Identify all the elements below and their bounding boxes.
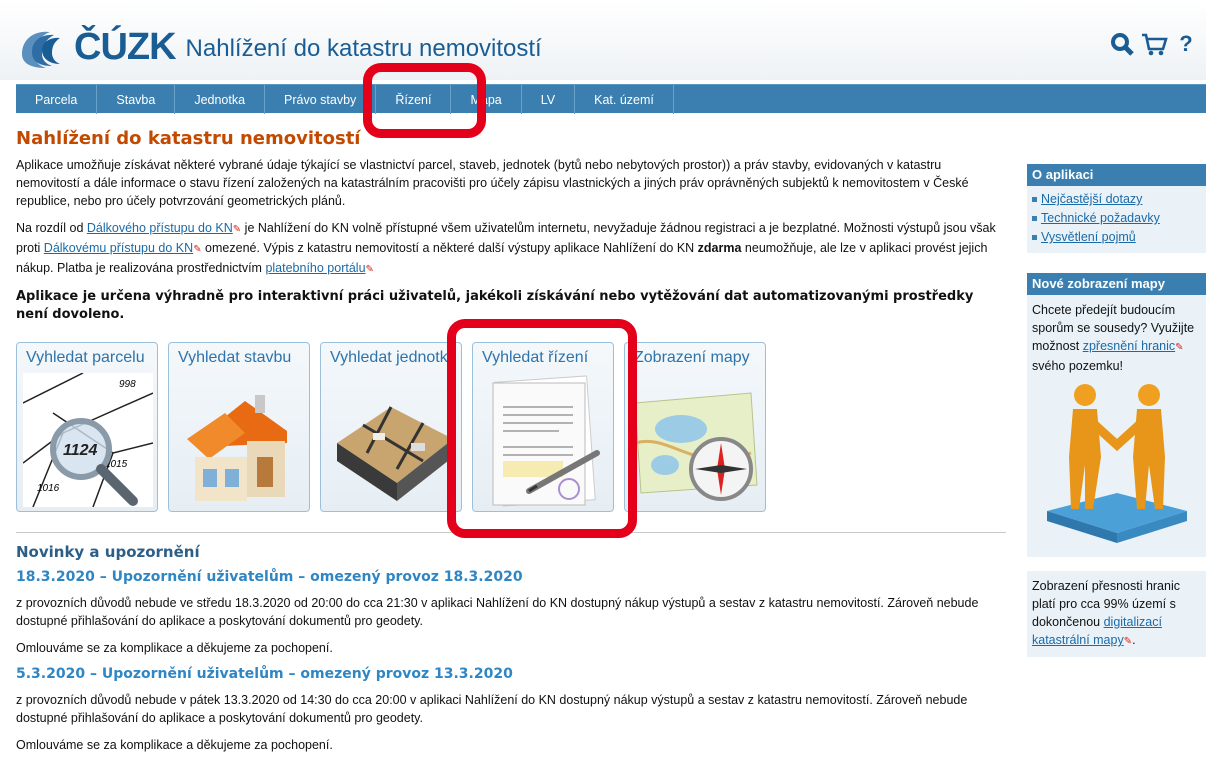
external-link-icon: ✎ <box>232 224 242 235</box>
tile-label: Vyhledat parcelu <box>26 349 145 366</box>
about-title: O aplikaci <box>1027 164 1206 186</box>
remote-access-link-2[interactable]: Dálkovému přístupu do KN <box>44 241 193 255</box>
about-links: Nejčastější dotazy Technické požadavky V… <box>1027 186 1206 253</box>
site-title: Nahlížení do katastru nemovitostí <box>185 35 542 62</box>
news-apology: Omlouváme se za komplikace a děkujeme za… <box>16 738 333 752</box>
search-tiles: Vyhledat parcelu 998 1015 1016 1124 Vyhl… <box>16 342 1006 512</box>
external-link-icon: ✎ <box>1175 342 1184 353</box>
news-body: z provozních důvodů nebude v pátek 13.3.… <box>16 693 968 725</box>
apartment-floorplan-icon <box>337 406 453 501</box>
tile-label: Vyhledat jednotku <box>330 349 457 366</box>
tab-kat-uzemi[interactable]: Kat. území <box>575 85 674 114</box>
usage-notice: Aplikace je určena výhradně pro interakt… <box>16 289 974 322</box>
payment-portal-link[interactable]: platebního portálu <box>265 261 365 275</box>
news-heading: 18.3.2020 – Upozornění uživatelům – omez… <box>16 569 523 585</box>
tile-map-view[interactable]: Zobrazení mapy <box>624 342 766 512</box>
list-item: Vysvětlení pojmů <box>1031 228 1202 247</box>
tab-mapa[interactable]: Mapa <box>451 85 522 114</box>
external-link-icon: ✎ <box>365 264 374 275</box>
tile-search-unit[interactable]: Vyhledat jednotku <box>320 342 462 512</box>
header-tools: ? <box>1108 30 1200 58</box>
about-box: O aplikaci Nejčastější dotazy Technické … <box>1027 164 1206 253</box>
bold-text: zdarma <box>697 241 742 255</box>
handshake-puzzle-icon <box>1046 384 1187 543</box>
external-link-icon: ✎ <box>1123 636 1133 647</box>
accuracy-box: Zobrazení přesnosti hranic platí pro cca… <box>1027 571 1206 657</box>
tab-lv[interactable]: LV <box>522 85 576 114</box>
boundary-refinement-link[interactable]: zpřesnění hranic <box>1083 339 1175 353</box>
remote-access-link[interactable]: Dálkového přístupu do KN <box>87 221 233 235</box>
search-icon[interactable] <box>1108 30 1136 58</box>
tab-parcela[interactable]: Parcela <box>16 85 98 114</box>
intro-text: Aplikace umožňuje získávat některé vybra… <box>16 158 969 208</box>
main-content: Nahlížení do katastru nemovitostí Aplika… <box>16 118 1006 763</box>
sidebar: O aplikaci Nejčastější dotazy Technické … <box>1027 164 1206 677</box>
document-pen-icon <box>492 375 600 507</box>
new-map-box: Nové zobrazení mapy Chcete předejít budo… <box>1027 273 1206 557</box>
parcel-number: 1016 <box>37 483 60 494</box>
list-item: Technické požadavky <box>1031 209 1202 228</box>
logo-text: ČÚZK <box>74 25 177 68</box>
external-link-icon: ✎ <box>193 244 202 255</box>
new-map-title: Nové zobrazení mapy <box>1027 273 1206 295</box>
parcel-map-magnifier-icon: 998 1015 1016 1124 <box>23 373 153 507</box>
tech-requirements-link[interactable]: Technické požadavky <box>1041 211 1160 225</box>
parcel-number-main: 1124 <box>63 442 98 459</box>
help-icon[interactable]: ? <box>1172 30 1200 58</box>
main-nav: Parcela Stavba Jednotka Právo stavby Říz… <box>16 84 1206 114</box>
tile-label: Vyhledat stavbu <box>178 349 292 366</box>
list-item: Nejčastější dotazy <box>1031 190 1202 209</box>
news-apology: Omlouváme se za komplikace a děkujeme za… <box>16 641 333 655</box>
news-body: z provozních důvodů nebude ve středu 18.… <box>16 596 979 628</box>
news-title: Novinky a upozornění <box>16 543 200 561</box>
tab-stavba[interactable]: Stavba <box>97 85 176 114</box>
text: . <box>1132 633 1136 647</box>
divider <box>16 532 1006 533</box>
tile-search-proceeding[interactable]: Vyhledat řízení <box>472 342 614 512</box>
new-map-text: Chcete předejít budoucím sporům se souse… <box>1027 295 1206 557</box>
text: omezené. Výpis z katastru nemovitostí a … <box>201 241 698 255</box>
parcel-number: 998 <box>119 379 136 390</box>
tile-search-parcel[interactable]: Vyhledat parcelu 998 1015 1016 1124 <box>16 342 158 512</box>
news-heading: 5.3.2020 – Upozornění uživatelům – omeze… <box>16 666 513 682</box>
glossary-link[interactable]: Vysvětlení pojmů <box>1041 230 1136 244</box>
tile-label: Vyhledat řízení <box>482 349 589 366</box>
page-title: Nahlížení do katastru nemovitostí <box>16 128 361 149</box>
accuracy-text: Zobrazení přesnosti hranic platí pro cca… <box>1027 571 1206 657</box>
house-icon <box>187 395 287 501</box>
cuzk-emblem-icon <box>22 31 60 69</box>
tab-jednotka[interactable]: Jednotka <box>175 85 266 114</box>
access-text: Na rozdíl od Dálkového přístupu do KN✎ j… <box>16 219 1006 279</box>
faq-link[interactable]: Nejčastější dotazy <box>1041 192 1142 206</box>
tile-label: Zobrazení mapy <box>634 349 750 366</box>
tab-rizeni[interactable]: Řízení <box>376 85 452 114</box>
cart-icon[interactable] <box>1140 30 1168 58</box>
map-compass-icon <box>634 392 758 501</box>
cuzk-logo[interactable]: ČÚZK Nahlížení do katastru nemovitostí <box>14 22 542 72</box>
tile-search-building[interactable]: Vyhledat stavbu <box>168 342 310 512</box>
header: ČÚZK Nahlížení do katastru nemovitostí ? <box>0 0 1206 80</box>
tab-pravo-stavby[interactable]: Právo stavby <box>265 85 377 114</box>
text: svého pozemku! <box>1032 359 1124 373</box>
text: Na rozdíl od <box>16 221 87 235</box>
